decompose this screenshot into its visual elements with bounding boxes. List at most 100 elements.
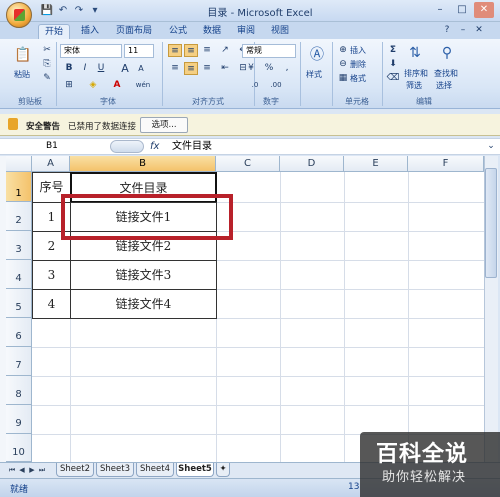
shrink-font-button[interactable]: A bbox=[134, 62, 148, 75]
column-header-e[interactable]: E bbox=[344, 156, 408, 172]
tab-view[interactable]: 视图 bbox=[266, 24, 294, 39]
row-header-5[interactable]: 5 bbox=[6, 289, 32, 318]
options-button[interactable]: 选项... bbox=[140, 117, 188, 133]
save-icon[interactable]: 💾 bbox=[40, 4, 54, 17]
column-header-d[interactable]: D bbox=[280, 156, 344, 172]
row-header-3[interactable]: 3 bbox=[6, 231, 32, 260]
font-name-select[interactable]: 宋体 bbox=[60, 44, 122, 58]
cell-b5[interactable]: 链接文件4 bbox=[70, 289, 217, 319]
first-sheet-icon[interactable]: ⏮ bbox=[8, 465, 16, 475]
filter-label[interactable]: 筛选 bbox=[406, 79, 422, 92]
cell-a4[interactable]: 3 bbox=[32, 260, 71, 290]
decrease-indent-icon[interactable]: ⇤ bbox=[218, 62, 232, 75]
row-header-2[interactable]: 2 bbox=[6, 202, 32, 231]
tab-formulas[interactable]: 公式 bbox=[164, 24, 192, 39]
redo-icon[interactable]: ↷ bbox=[72, 4, 86, 17]
row-header-7[interactable]: 7 bbox=[6, 347, 32, 376]
delete-cells-icon[interactable]: ⊖ bbox=[336, 58, 350, 71]
align-middle-icon[interactable]: ≡ bbox=[184, 44, 198, 57]
last-sheet-icon[interactable]: ⏭ bbox=[38, 465, 46, 475]
align-right-icon[interactable]: ≡ bbox=[200, 62, 214, 75]
currency-icon[interactable]: ¥ bbox=[244, 62, 258, 75]
align-left-icon[interactable]: ≡ bbox=[168, 62, 182, 75]
insert-cells-icon[interactable]: ⊕ bbox=[336, 44, 350, 57]
cell-a5[interactable]: 4 bbox=[32, 289, 71, 319]
sheet-tab-sheet5[interactable]: Sheet5 bbox=[176, 463, 214, 477]
align-bottom-icon[interactable]: ≡ bbox=[200, 44, 214, 57]
decrease-decimal-button[interactable]: .00 bbox=[266, 79, 286, 92]
ribbon-close-icon[interactable]: ✕ bbox=[472, 24, 486, 37]
font-color-button[interactable]: A bbox=[110, 79, 124, 92]
copy-icon[interactable]: ⎘ bbox=[40, 58, 54, 71]
row-header-4[interactable]: 4 bbox=[6, 260, 32, 289]
delete-cells-button[interactable]: 删除 bbox=[350, 58, 366, 71]
format-cells-icon[interactable]: ▦ bbox=[336, 72, 350, 85]
column-header-c[interactable]: C bbox=[216, 156, 280, 172]
comma-button[interactable]: , bbox=[280, 62, 294, 75]
tab-home[interactable]: 开始 bbox=[38, 24, 70, 39]
sheet-tab-sheet2[interactable]: Sheet2 bbox=[56, 463, 94, 477]
paste-icon[interactable]: 📋 bbox=[12, 44, 34, 66]
orientation-icon[interactable]: ↗ bbox=[218, 44, 232, 57]
bold-button[interactable]: B bbox=[62, 62, 76, 75]
undo-icon[interactable]: ↶ bbox=[56, 4, 70, 17]
column-header-a[interactable]: A bbox=[32, 156, 70, 172]
tab-insert[interactable]: 插入 bbox=[76, 24, 104, 39]
grow-font-button[interactable]: A bbox=[118, 62, 132, 75]
italic-button[interactable]: I bbox=[78, 62, 92, 75]
select-all-corner[interactable] bbox=[6, 156, 32, 172]
format-painter-icon[interactable]: ✎ bbox=[40, 72, 54, 85]
row-header-9[interactable]: 9 bbox=[6, 405, 32, 434]
sheet-tab-sheet3[interactable]: Sheet3 bbox=[96, 463, 134, 477]
scrollbar-thumb[interactable] bbox=[485, 168, 497, 278]
tab-data[interactable]: 数据 bbox=[198, 24, 226, 39]
cell-b4[interactable]: 链接文件3 bbox=[70, 260, 217, 290]
autosum-icon[interactable]: Σ bbox=[386, 44, 400, 57]
align-top-icon[interactable]: ≡ bbox=[168, 44, 182, 57]
select-label[interactable]: 选择 bbox=[436, 79, 452, 92]
row-header-10[interactable]: 10 bbox=[6, 434, 32, 462]
fill-color-icon[interactable]: ◈ bbox=[86, 79, 100, 92]
format-cells-button[interactable]: 格式 bbox=[350, 72, 366, 85]
align-center-icon[interactable]: ≡ bbox=[184, 62, 198, 75]
quick-access-dropdown-icon[interactable]: ▾ bbox=[88, 4, 102, 17]
percent-button[interactable]: % bbox=[262, 62, 276, 75]
increase-decimal-button[interactable]: .0 bbox=[246, 79, 264, 92]
column-header-f[interactable]: F bbox=[408, 156, 484, 172]
name-box[interactable]: B1 bbox=[6, 139, 102, 154]
formula-buttons[interactable] bbox=[110, 140, 144, 153]
help-icon[interactable]: ? bbox=[440, 24, 454, 37]
underline-button[interactable]: U bbox=[94, 62, 108, 75]
prev-sheet-icon[interactable]: ◀ bbox=[18, 465, 26, 475]
maximize-button[interactable]: □ bbox=[452, 2, 472, 18]
number-format-select[interactable]: 常规 bbox=[242, 44, 296, 58]
find-select-icon[interactable]: ⚲ bbox=[436, 42, 458, 64]
phonetic-button[interactable]: wén bbox=[134, 79, 152, 92]
next-sheet-icon[interactable]: ▶ bbox=[28, 465, 36, 475]
ribbon-minimize-icon[interactable]: – bbox=[456, 24, 470, 37]
minimize-button[interactable]: – bbox=[430, 2, 450, 18]
cut-icon[interactable]: ✂ bbox=[40, 44, 54, 57]
tab-page-layout[interactable]: 页面布局 bbox=[110, 24, 158, 39]
close-button[interactable]: ✕ bbox=[474, 2, 494, 18]
tab-review[interactable]: 审阅 bbox=[232, 24, 260, 39]
expand-formula-icon[interactable]: ⌄ bbox=[484, 140, 498, 153]
styles-button[interactable]: 样式 bbox=[306, 68, 322, 81]
insert-function-icon[interactable]: fx bbox=[150, 139, 166, 154]
row-header-6[interactable]: 6 bbox=[6, 318, 32, 347]
insert-sheet-icon[interactable]: ✦ bbox=[216, 463, 230, 477]
fill-icon[interactable]: ⬇ bbox=[386, 58, 400, 71]
office-button[interactable] bbox=[6, 2, 32, 28]
column-header-b[interactable]: B bbox=[70, 156, 216, 172]
clear-icon[interactable]: ⌫ bbox=[386, 72, 400, 85]
sheet-tab-sheet4[interactable]: Sheet4 bbox=[136, 463, 174, 477]
font-size-select[interactable]: 11 bbox=[124, 44, 154, 58]
formula-input[interactable]: 文件目录 bbox=[172, 139, 212, 154]
insert-cells-button[interactable]: 插入 bbox=[350, 44, 366, 57]
row-header-1[interactable]: 1 bbox=[6, 172, 32, 202]
sort-filter-icon[interactable]: ⇅ bbox=[404, 42, 426, 64]
row-header-8[interactable]: 8 bbox=[6, 376, 32, 405]
paste-button[interactable]: 粘贴 bbox=[14, 68, 30, 81]
borders-icon[interactable]: ⊞ bbox=[62, 79, 76, 92]
styles-icon[interactable]: Ⓐ bbox=[306, 44, 328, 66]
